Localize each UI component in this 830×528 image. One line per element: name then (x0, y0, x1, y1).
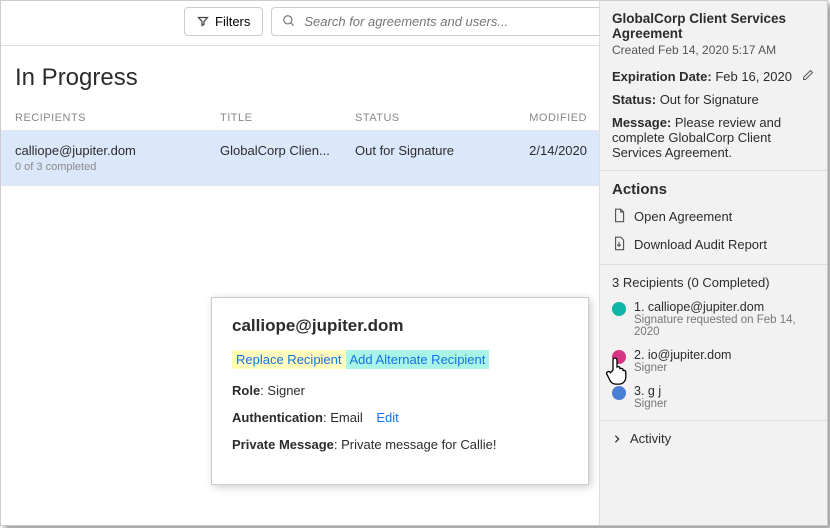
add-alternate-recipient-link[interactable]: Add Alternate Recipient (346, 350, 490, 369)
recipient-item[interactable]: 1. calliope@jupiter.dom Signature reques… (612, 300, 815, 338)
row-recipient-email: calliope@jupiter.dom (15, 143, 220, 158)
download-icon (612, 236, 626, 252)
filter-icon (197, 15, 209, 27)
auth-value: Email (330, 410, 363, 425)
recipient-sub: Signer (634, 362, 731, 374)
expiration-value: Feb 16, 2020 (715, 69, 792, 84)
activity-toggle[interactable]: Activity (612, 431, 815, 446)
replace-recipient-link[interactable]: Replace Recipient (232, 350, 346, 369)
table-header: RECIPIENTS TITLE STATUS MODIFIED (1, 106, 601, 130)
table-row[interactable]: calliope@jupiter.dom 0 of 3 completed Gl… (1, 130, 601, 186)
status-label: Status: (612, 92, 656, 107)
pencil-icon[interactable] (802, 69, 814, 81)
recipient-sub: Signature requested on Feb 14, 2020 (634, 314, 815, 338)
role-value: Signer (267, 383, 305, 398)
chevron-right-icon (612, 434, 622, 444)
recipient-item[interactable]: 3. g j Signer (612, 384, 815, 410)
auth-label: Authentication (232, 410, 323, 425)
recipient-dot-icon (612, 302, 626, 316)
open-agreement-label: Open Agreement (634, 209, 732, 224)
recipient-popup: calliope@jupiter.dom Replace Recipient A… (211, 297, 589, 485)
filters-button[interactable]: Filters (184, 7, 263, 36)
row-status: Out for Signature (355, 143, 515, 158)
recipients-count: 3 Recipients (0 Completed) (612, 275, 815, 290)
recipient-label: 3. g j (634, 384, 667, 398)
col-status: STATUS (355, 112, 515, 124)
agreement-title: GlobalCorp Client Services Agreement (612, 11, 815, 41)
document-icon (612, 208, 626, 224)
col-title: TITLE (220, 112, 355, 124)
edit-auth-link[interactable]: Edit (376, 410, 398, 425)
popup-heading: calliope@jupiter.dom (232, 316, 568, 336)
row-progress: 0 of 3 completed (15, 161, 220, 173)
private-msg-label: Private Message (232, 437, 334, 452)
search-icon (282, 14, 296, 28)
expiration-label: Expiration Date: (612, 69, 712, 84)
details-panel: GlobalCorp Client Services Agreement Cre… (599, 1, 827, 525)
page-title: In Progress (1, 46, 601, 106)
row-modified: 2/14/2020 (515, 143, 587, 158)
status-value: Out for Signature (660, 92, 759, 107)
col-recipients: RECIPIENTS (15, 112, 220, 124)
recipient-label: 2. io@jupiter.dom (634, 348, 731, 362)
actions-heading: Actions (612, 181, 815, 198)
download-audit-action[interactable]: Download Audit Report (612, 236, 815, 252)
row-title: GlobalCorp Clien... (220, 143, 355, 158)
recipient-dot-icon (612, 350, 626, 364)
message-label: Message: (612, 115, 671, 130)
private-msg-value: Private message for Callie! (341, 437, 496, 452)
recipient-label: 1. calliope@jupiter.dom (634, 300, 815, 314)
filters-label: Filters (215, 14, 250, 29)
recipient-item[interactable]: 2. io@jupiter.dom Signer (612, 348, 815, 374)
role-label: Role (232, 383, 260, 398)
activity-label: Activity (630, 431, 671, 446)
download-audit-label: Download Audit Report (634, 237, 767, 252)
agreement-created: Created Feb 14, 2020 5:17 AM (612, 43, 815, 57)
col-modified: MODIFIED (515, 112, 587, 124)
open-agreement-action[interactable]: Open Agreement (612, 208, 815, 224)
recipient-sub: Signer (634, 398, 667, 410)
recipient-dot-icon (612, 386, 626, 400)
